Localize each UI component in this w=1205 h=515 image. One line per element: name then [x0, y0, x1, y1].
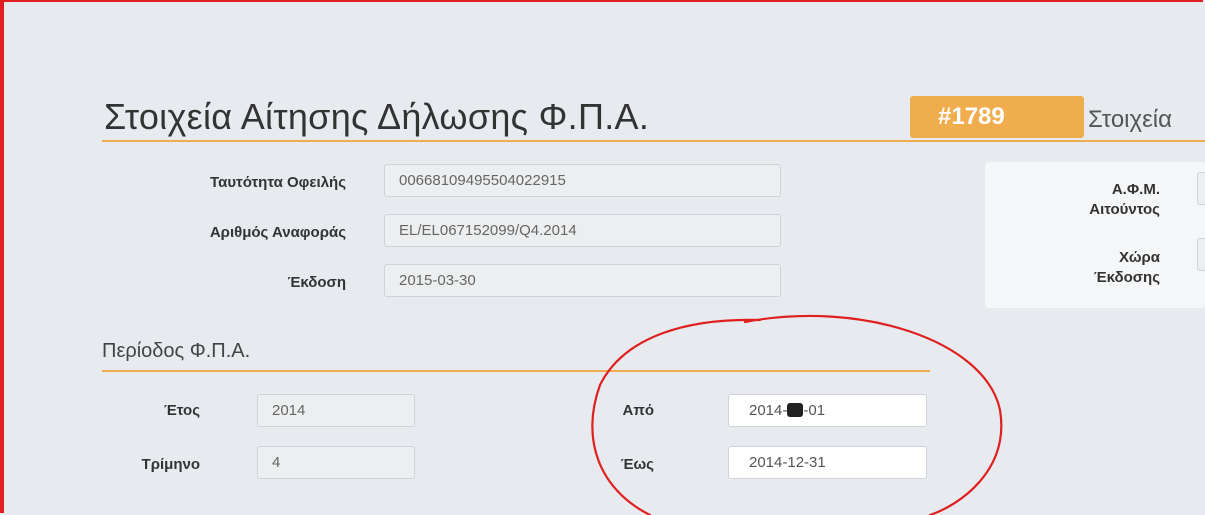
reference-number-label: Αριθμός Αναφοράς: [209, 224, 346, 241]
debt-id-label: Ταυτότητα Οφειλής: [210, 174, 346, 191]
year-field[interactable]: 2014: [257, 394, 415, 427]
issuing-country-label: Χώρα Έκδοσης: [1093, 249, 1160, 286]
from-date-prefix: 2014-: [749, 402, 788, 419]
vat-period-heading: Περίοδος Φ.Π.Α.: [102, 340, 251, 362]
debt-id-field[interactable]: 00668109495504022915: [384, 164, 781, 197]
from-date-label: Από: [622, 402, 654, 419]
from-date-field[interactable]: 2014- -01: [728, 394, 927, 427]
vat-period-underline: [102, 370, 930, 372]
issue-date-field[interactable]: 2015-03-30: [384, 264, 781, 297]
year-label: Έτος: [163, 402, 200, 419]
to-date-field[interactable]: 2014-12-31: [728, 446, 927, 479]
redaction-mark: [787, 403, 804, 417]
quarter-label: Τρίμηνο: [141, 456, 200, 473]
reference-number-field[interactable]: EL/EL067152099/Q4.2014: [384, 214, 781, 247]
issue-date-label: Έκδοση: [287, 274, 346, 291]
applicant-afm-label: Α.Φ.Μ. Αιτούντος: [1089, 181, 1160, 218]
applicant-afm-field[interactable]: [1197, 172, 1205, 205]
from-date-suffix: -01: [803, 402, 826, 419]
quarter-field[interactable]: 4: [257, 446, 415, 479]
truncated-section-heading: Στοιχεία: [1088, 106, 1173, 133]
applicant-panel: Α.Φ.Μ. Αιτούντος Χώρα Έκδοσης: [985, 162, 1205, 308]
title-underline: [102, 140, 1205, 142]
to-date-label: Έως: [620, 456, 654, 473]
page-title: Στοιχεία Αίτησης Δήλωσης Φ.Π.Α.: [104, 96, 650, 137]
request-id-badge: #1789: [910, 96, 1084, 138]
issuing-country-field[interactable]: [1197, 238, 1205, 271]
